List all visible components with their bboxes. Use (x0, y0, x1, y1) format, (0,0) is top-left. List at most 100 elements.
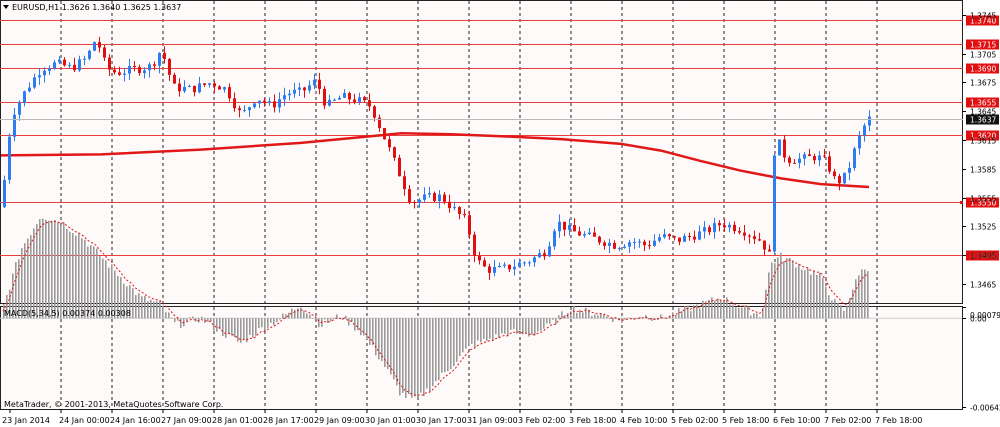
macd-bar (372, 318, 374, 346)
macd-bar (222, 318, 224, 337)
y-tick-label: 1.3555 (970, 195, 996, 204)
macd-bar (366, 318, 368, 340)
y-tick-label: 1.3705 (970, 51, 996, 60)
candle-body (48, 68, 51, 71)
macd-bar (408, 318, 410, 394)
macd-bar (501, 318, 503, 334)
macd-bar (480, 318, 482, 343)
candle-body (348, 93, 351, 100)
macd-y-tick-label: 0.00 (970, 315, 987, 324)
candle-body (18, 102, 21, 115)
chart-canvas[interactable]: 1.37401.37151.36901.36551.36201.35501.34… (0, 0, 1000, 427)
macd-bar (801, 269, 803, 319)
candle-body (618, 247, 621, 249)
candle-body (753, 236, 756, 240)
macd-bar (510, 318, 512, 330)
candle-body (468, 215, 471, 235)
candle-body (738, 231, 741, 233)
x-tick-label: 5 Feb 02:00 (671, 416, 718, 425)
macd-bar (474, 318, 476, 348)
candle-body (353, 99, 356, 102)
macd-bar (765, 289, 767, 319)
macd-bar (732, 304, 734, 319)
macd-bar (771, 262, 773, 319)
macd-bar (300, 307, 302, 319)
macd-bar (741, 307, 743, 319)
macd-bar (690, 311, 692, 319)
candle-body (283, 95, 286, 100)
macd-bar (483, 318, 485, 339)
macd-bar (57, 222, 59, 319)
candle-body (173, 74, 176, 84)
candle-body (723, 225, 726, 228)
macd-bar (54, 220, 56, 319)
macd-bar (231, 318, 233, 336)
macd-bar (804, 270, 806, 319)
macd-bar (33, 228, 35, 319)
macd-y-tick-label: -0.00642 (970, 404, 1000, 413)
macd-bar (612, 318, 614, 323)
macd-bar (186, 318, 188, 321)
candle-body (613, 242, 616, 249)
macd-bar (546, 318, 548, 324)
macd-bar (258, 318, 260, 329)
macd-bar (555, 318, 557, 325)
macd-bar (519, 318, 521, 331)
x-tick-label: 29 Jan 09:00 (314, 416, 365, 425)
candle-body (823, 155, 826, 157)
candle-body (848, 168, 851, 173)
macd-bar (357, 318, 359, 331)
x-tick-label: 7 Feb 02:00 (824, 416, 871, 425)
macd-bar (312, 318, 314, 319)
candle-body (53, 62, 56, 69)
macd-bar (201, 316, 203, 319)
candle-body (93, 42, 96, 51)
macd-bar (255, 318, 257, 336)
macd-bar (156, 301, 158, 319)
macd-bar (570, 311, 572, 319)
candle-body (773, 155, 776, 252)
candle-body (793, 162, 796, 164)
candle-body (313, 79, 316, 86)
candle-body (648, 245, 651, 247)
candle-body (663, 234, 666, 238)
macd-bar (249, 318, 251, 335)
candle-body (438, 194, 441, 201)
macd-bar (852, 289, 854, 319)
macd-bar (591, 315, 593, 319)
macd-bar (609, 318, 611, 320)
candle-body (363, 97, 366, 101)
candle-body (758, 239, 761, 241)
candle-body (278, 99, 281, 108)
candle-body (328, 99, 331, 106)
macd-bar (432, 318, 434, 387)
candle-body (563, 221, 566, 230)
mt4-chart-window[interactable]: 1.3740 1.3715 1.3690 1.3655 1.3620 1.3550 1.34… (0, 0, 1000, 427)
candle-body (603, 242, 606, 246)
x-tick-label: 30 Jan 17:00 (416, 416, 467, 425)
candle-body (818, 155, 821, 161)
macd-bar (624, 318, 626, 320)
x-tick-label: 31 Jan 09:00 (467, 416, 518, 425)
candle-body (803, 154, 806, 159)
candle-body (83, 58, 86, 60)
macd-bar (381, 318, 383, 362)
macd-bar (330, 318, 332, 322)
macd-bar (606, 316, 608, 319)
candle-body (813, 156, 816, 161)
candle-body (113, 69, 116, 73)
macd-bar (807, 268, 809, 319)
macd-bar (423, 318, 425, 397)
candle-body (668, 234, 671, 237)
macd-bar (153, 301, 155, 319)
macd-bar (417, 318, 419, 398)
candle-body (798, 158, 801, 164)
macd-bar (810, 274, 812, 319)
candle-body (628, 242, 631, 247)
candle-body (653, 240, 656, 246)
level-price-label: 1.3655 (970, 99, 996, 108)
candle-body (393, 147, 396, 158)
macd-bar (273, 318, 275, 326)
candle-body (343, 93, 346, 98)
macd-bar (792, 261, 794, 319)
